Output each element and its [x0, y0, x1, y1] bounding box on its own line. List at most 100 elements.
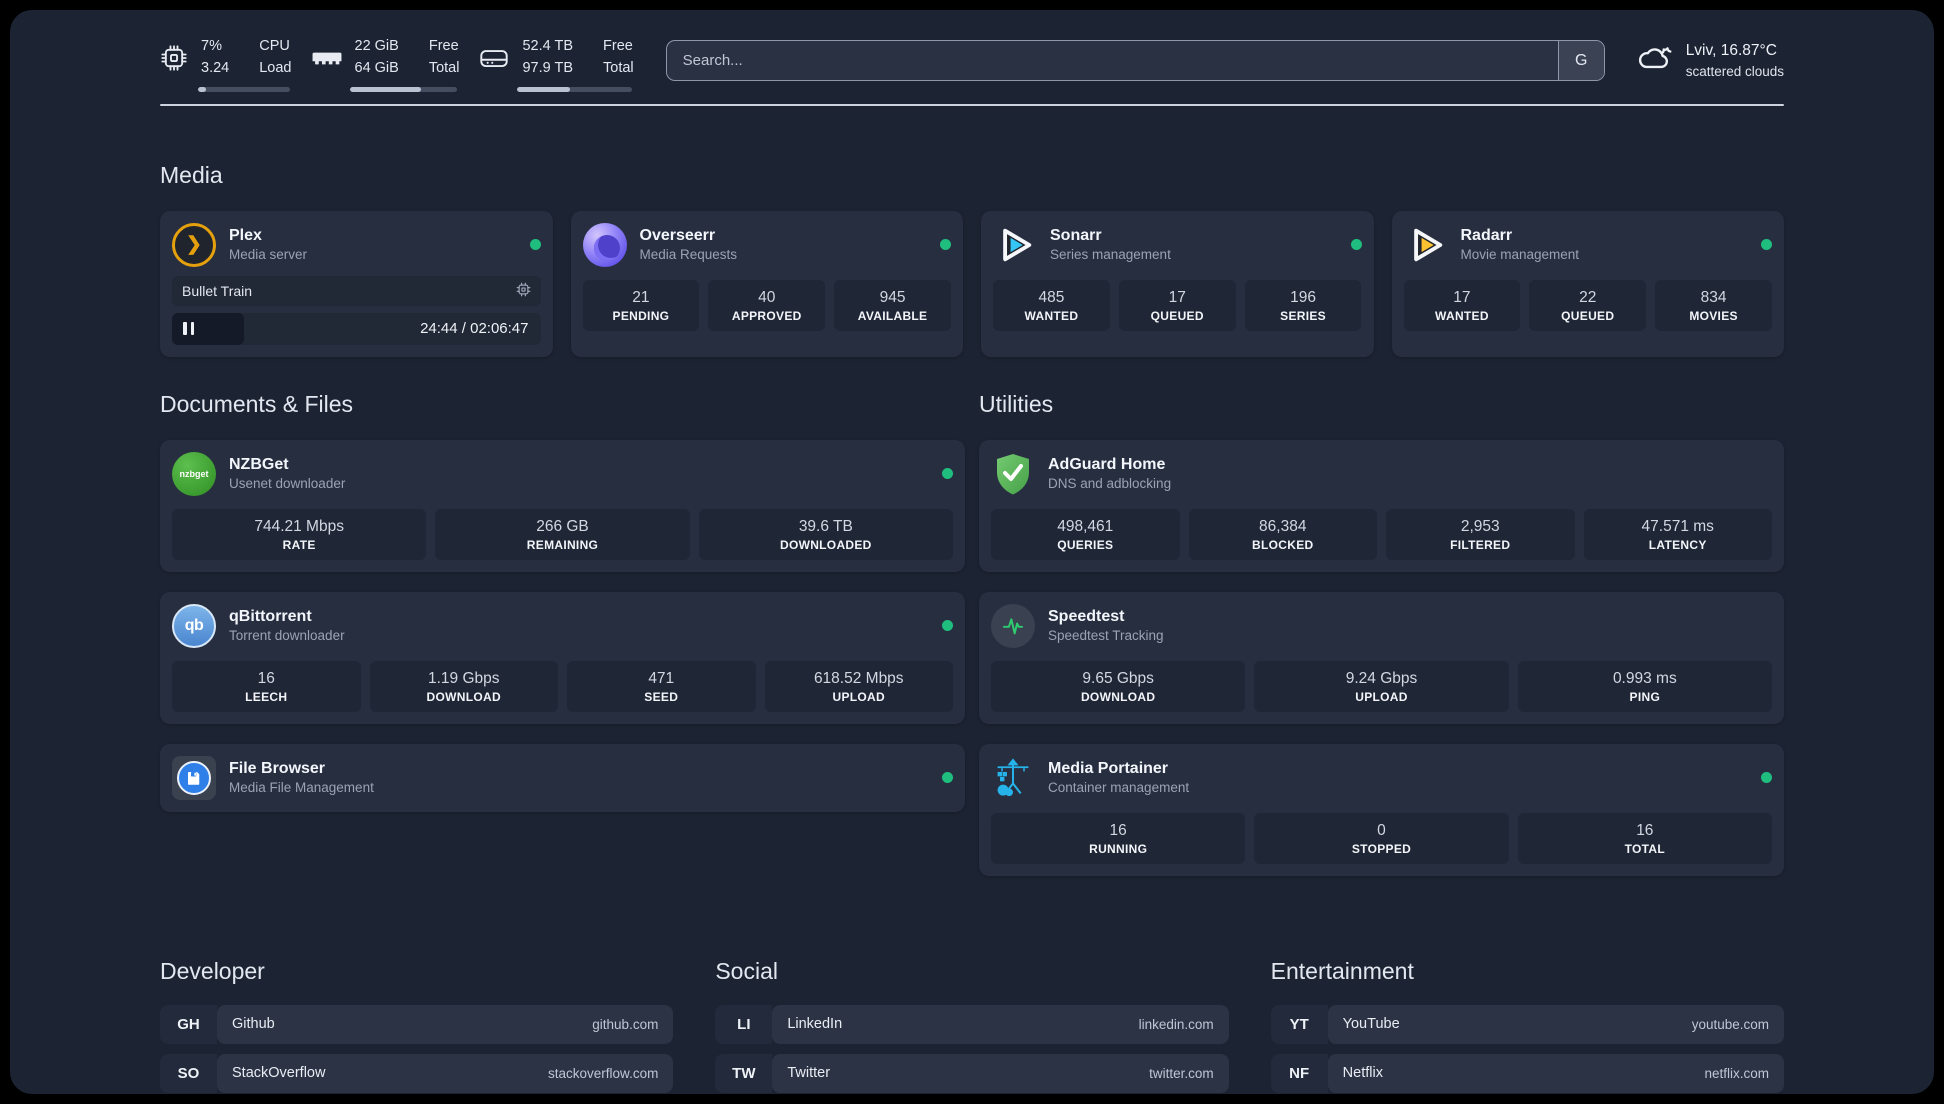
disk-free-label: Free [603, 38, 633, 54]
stat-box: 40 APPROVED [708, 279, 826, 331]
weather-location-temp: Lviv, 16.87°C [1685, 41, 1777, 59]
bookmark-youtube[interactable]: YT YouTube youtube.com [1270, 1004, 1784, 1044]
stat-box: 618.52 Mbps UPLOAD [764, 660, 953, 712]
bookmark-github[interactable]: GH Github github.com [160, 1004, 674, 1044]
memory-total-value: 64 GiB [354, 59, 399, 76]
app-card-nzbget[interactable]: nzbget NZBGet Usenet downloader 744.21 M… [160, 439, 965, 572]
bookmark-url: github.com [592, 1016, 659, 1032]
weather-widget: Lviv, 16.87°C scattered clouds [1635, 40, 1784, 82]
app-card-sonarr[interactable]: Sonarr Series management 485 WANTED 17 QUE… [981, 210, 1374, 357]
sonarr-icon [993, 223, 1037, 267]
app-card-plex[interactable]: ❯ Plex Media server Bullet Train 24:44 /… [160, 210, 553, 357]
app-name: File Browser [229, 759, 326, 777]
disk-usage-bar [517, 86, 632, 92]
section-title-entertainment: Entertainment [1270, 957, 1414, 984]
section-title-social: Social [715, 957, 778, 984]
stat-box: 22 QUEUED [1529, 279, 1647, 331]
overseerr-icon [582, 222, 627, 267]
playback-time: 24:44 / 02:06:47 [420, 320, 529, 337]
memory-icon [312, 44, 342, 72]
app-description: Speedtest Tracking [1048, 628, 1164, 644]
app-card-speedtest[interactable]: Speedtest Speedtest Tracking 9.65 Gbps DO… [979, 591, 1784, 724]
stat-box: 16 RUNNING [991, 812, 1246, 864]
bookmark-twitter[interactable]: TW Twitter twitter.com [715, 1053, 1229, 1093]
stat-box: 945 AVAILABLE [834, 279, 951, 331]
status-online-dot [942, 620, 953, 631]
bookmark-url: linkedin.com [1138, 1016, 1214, 1032]
app-description: DNS and adblocking [1048, 476, 1172, 492]
bookmark-linkedin[interactable]: LI LinkedIn linkedin.com [715, 1004, 1229, 1044]
qbittorrent-icon: qb [172, 603, 216, 648]
search-input[interactable] [666, 41, 1558, 81]
app-card-adguard[interactable]: AdGuard Home DNS and adblocking 498,461 Q… [979, 439, 1784, 572]
app-name: qBittorrent [229, 607, 312, 625]
stat-box: 21 PENDING [582, 279, 700, 331]
stat-box: 498,461 QUERIES [991, 508, 1180, 560]
memory-total-label: Total [428, 59, 460, 76]
memory-usage-bar [349, 86, 458, 92]
transcode-chip-icon [516, 282, 531, 300]
app-description: Movie management [1460, 247, 1580, 263]
app-card-overseerr[interactable]: Overseerr Media Requests 21 PENDING 40 APP… [570, 210, 963, 357]
status-online-dot [1761, 772, 1772, 783]
app-description: Media Requests [639, 247, 738, 263]
app-description: Media server [229, 247, 308, 263]
bookmark-name: Github [232, 1016, 275, 1032]
status-online-dot [942, 772, 953, 783]
now-playing-row: Bullet Train [172, 275, 541, 306]
cpu-load-label: Load [259, 59, 292, 76]
status-online-dot [1350, 239, 1362, 250]
pause-button[interactable] [183, 322, 194, 335]
app-name: NZBGet [229, 455, 289, 473]
app-card-portainer[interactable]: Media Portainer Container management 16 R… [979, 743, 1784, 876]
app-description: Container management [1048, 780, 1190, 796]
search-bar: G [665, 40, 1605, 82]
stat-box: 834 MOVIES [1655, 279, 1772, 331]
top-bar: 7% 3.24 CPU Load 22 GiB 64 GiB Free Tota… [160, 36, 1784, 92]
disk-total-value: 97.9 TB [522, 59, 574, 76]
app-name: Radarr [1460, 226, 1513, 244]
memory-stat: 22 GiB 64 GiB Free Total [312, 36, 460, 92]
app-card-filebrowser[interactable]: File Browser Media File Management [160, 743, 965, 812]
bookmark-abbr: LI [715, 1004, 773, 1044]
cpu-icon [160, 44, 188, 72]
app-description: Torrent downloader [229, 628, 345, 644]
filebrowser-icon [172, 755, 216, 800]
plex-icon: ❯ [172, 222, 216, 267]
app-name: AdGuard Home [1048, 455, 1166, 473]
bookmark-name: LinkedIn [787, 1016, 843, 1032]
stat-box: 9.24 Gbps UPLOAD [1254, 660, 1509, 712]
bookmark-abbr: SO [160, 1053, 217, 1093]
bookmark-netflix[interactable]: NF Netflix netflix.com [1270, 1053, 1784, 1093]
nzbget-icon: nzbget [172, 451, 216, 496]
bookmark-url: stackoverflow.com [548, 1065, 659, 1081]
radarr-icon [1404, 223, 1448, 267]
weather-condition: scattered clouds [1685, 64, 1784, 80]
disk-stat: 52.4 TB 97.9 TB Free Total [479, 36, 634, 92]
bookmark-url: youtube.com [1691, 1016, 1769, 1032]
section-title-media: Media [160, 161, 223, 188]
app-card-radarr[interactable]: Radarr Movie management 17 WANTED 22 QUEUE… [1391, 210, 1784, 357]
speedtest-icon [991, 603, 1035, 648]
app-name: Overseerr [639, 226, 716, 244]
bookmark-abbr: YT [1270, 1004, 1328, 1044]
app-description: Media File Management [229, 780, 374, 796]
app-name: Media Portainer [1048, 759, 1169, 777]
stat-box: 47.571 ms LATENCY [1583, 508, 1772, 560]
stat-box: 266 GB REMAINING [435, 508, 690, 560]
stat-box: 471 SEED [567, 660, 756, 712]
stat-box: 17 WANTED [1403, 279, 1521, 331]
dashboard: 7% 3.24 CPU Load 22 GiB 64 GiB Free Tota… [10, 10, 1934, 1094]
stat-box: 16 LEECH [172, 660, 361, 712]
system-stats: 7% 3.24 CPU Load 22 GiB 64 GiB Free Tota… [160, 36, 634, 92]
adguard-icon [991, 452, 1035, 496]
bookmark-stackoverflow[interactable]: SO StackOverflow stackoverflow.com [160, 1053, 674, 1093]
disk-total-label: Total [603, 59, 634, 76]
app-card-qbittorrent[interactable]: qb qBittorrent Torrent downloader 16 LEEC… [160, 591, 965, 724]
cpu-usage-label: CPU [259, 38, 290, 54]
section-title-developer: Developer [160, 957, 265, 984]
portainer-icon [991, 756, 1035, 800]
cpu-usage-value: 7% [201, 38, 222, 54]
search-engine-button[interactable]: G [1557, 41, 1604, 81]
bookmark-url: netflix.com [1704, 1065, 1769, 1081]
